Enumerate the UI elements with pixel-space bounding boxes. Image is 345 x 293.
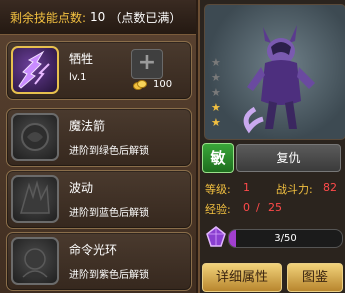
soul-stone-progress-text: 3/50 (274, 233, 297, 244)
skill-unlock-hint: 进阶到绿色后解锁 (69, 146, 149, 157)
upgrade-cost: 100 (153, 79, 173, 90)
locked-skill-silhouette-icon (21, 123, 49, 151)
wave-skill-icon[interactable] (11, 175, 59, 223)
locked-skill-silhouette-icon (22, 248, 48, 278)
skill-name: 牺牲 (69, 52, 94, 66)
skill-name: 魔法箭 (69, 119, 106, 133)
skill-points-label: 剩余技能点数: (10, 10, 87, 25)
sacrifice-skill-icon[interactable] (11, 46, 59, 94)
purple-lightning-icon (18, 50, 50, 89)
exp-separator: / (256, 201, 260, 214)
skill-points-value: 10 (90, 10, 106, 24)
hero-character-icon (243, 25, 315, 134)
upgrade-skill-button[interactable]: + (131, 49, 163, 79)
star-icon: ★ (211, 101, 221, 114)
nature-name: 复仇 (236, 144, 341, 172)
skill-name: 波动 (69, 181, 94, 195)
nature-badge: 敏 (202, 143, 234, 173)
skill-card-command-aura[interactable]: 命令光环 进阶到紫色后解锁 (6, 232, 192, 291)
skills-panel: 剩余技能点数: 10 （点数已满） 牺牲 lv.1 + 100 魔法箭 进阶到绿 (0, 0, 196, 293)
detail-attributes-button[interactable]: 详细属性 (202, 263, 282, 292)
exp-max: 25 (268, 201, 282, 214)
level-label: 等级: (205, 183, 231, 196)
skill-unlock-hint: 进阶到紫色后解锁 (69, 270, 149, 281)
skill-card-magic-arrow[interactable]: 魔法箭 进阶到绿色后解锁 (6, 108, 192, 167)
magic-arrow-skill-icon[interactable] (11, 113, 59, 161)
hero-portrait: ★ ★ ★ ★ ★ (204, 4, 345, 140)
star-icon: ★ (211, 71, 221, 84)
skill-unlock-hint: 进阶到蓝色后解锁 (69, 208, 149, 219)
power-label: 战斗力: (276, 183, 313, 196)
skill-card-sacrifice[interactable]: 牺牲 lv.1 + 100 (6, 41, 192, 100)
soul-stone-progress-bar: 3/50 (228, 229, 343, 248)
skill-points-bar: 剩余技能点数: 10 （点数已满） (0, 0, 196, 35)
atlas-button[interactable]: 图鉴 (287, 263, 343, 292)
exp-label: 经验: (205, 203, 231, 216)
skill-card-wave[interactable]: 波动 进阶到蓝色后解锁 (6, 170, 192, 229)
power-value: 82 (323, 181, 337, 194)
gold-coin-icon (133, 80, 147, 90)
star-icon: ★ (211, 86, 221, 99)
skill-name: 命令光环 (69, 243, 118, 257)
soul-stone-icon (206, 226, 226, 247)
skill-points-note: （点数已满） (109, 10, 182, 25)
level-value: 1 (243, 181, 250, 194)
exp-value: 0 (243, 201, 250, 214)
locked-skill-silhouette-icon (20, 180, 50, 214)
star-icon: ★ (211, 116, 221, 129)
skill-level: lv.1 (69, 72, 87, 83)
star-icon: ★ (211, 56, 221, 69)
command-aura-skill-icon[interactable] (11, 237, 59, 285)
